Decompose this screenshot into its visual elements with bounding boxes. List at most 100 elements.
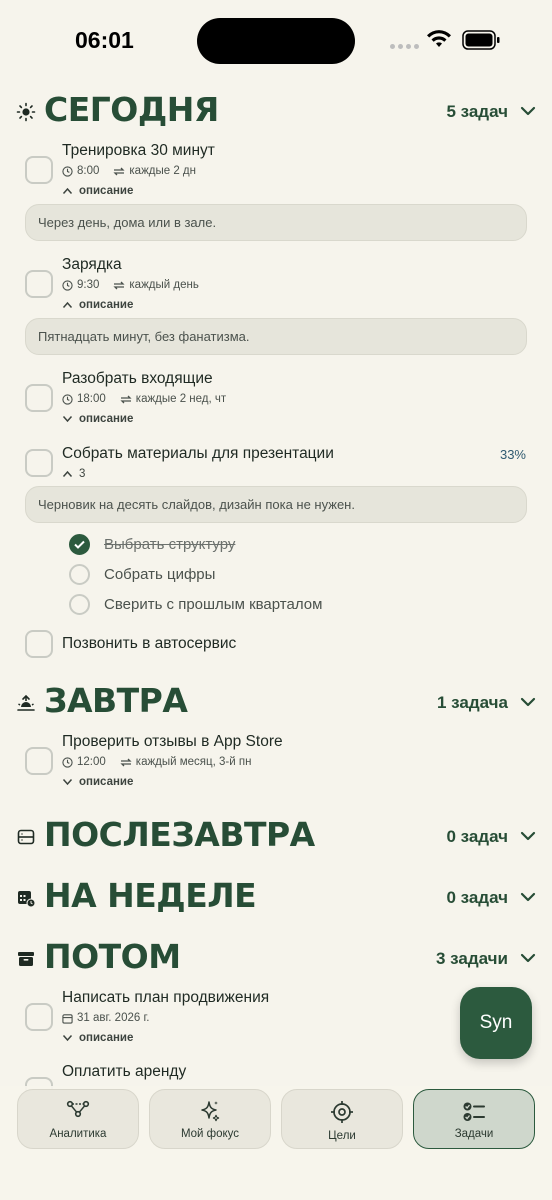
chevron-down-icon [62,779,73,786]
task-note: Черновик на десять слайдов, дизайн пока … [25,486,527,523]
task-note: Пятнадцать минут, без фанатизма. [25,318,527,355]
description-toggle[interactable]: описание [62,299,133,311]
tab-focus[interactable]: Мой фокус [149,1089,271,1149]
chevron-down-icon [62,1035,73,1042]
section-count: 3 задачи [435,949,508,968]
section-count: 5 задач [446,102,508,121]
task-title: Разобрать входящие [62,370,213,387]
calendar-clock-icon [18,891,36,908]
task-meta: 9:30 каждый день [62,279,199,291]
description-toggle[interactable]: описание [62,776,133,788]
section-later-header[interactable]: ПОТОМ 3 задачи [0,931,552,987]
task-checkbox[interactable] [25,449,53,477]
subtasks-toggle[interactable]: 3 [62,468,85,480]
chevron-up-icon [62,301,73,308]
repeat-icon [113,167,125,175]
task-time: 12:00 [77,756,106,768]
tab-analytics[interactable]: Аналитика [17,1089,139,1149]
tab-label: Аналитика [49,1128,107,1140]
task-title: Зарядка [62,256,122,273]
subtask-item[interactable]: Сверить с прошлым кварталом [69,592,322,616]
subtask-item[interactable]: Выбрать структуру [69,532,235,556]
chevron-down-icon [62,416,73,423]
chevron-up-icon [62,187,73,194]
subtask-label: Выбрать структуру [104,535,236,553]
section-title: ЗАВТРА [44,681,188,720]
target-icon [331,1101,353,1123]
section-day-after-header[interactable]: ПОСЛЕЗАВТРА 0 задач [0,809,552,865]
checkmark-icon [74,540,85,549]
section-count: 0 задач [446,888,508,907]
chevron-down-icon[interactable] [520,695,536,709]
repeat-icon [113,281,125,289]
task-title: Собрать материалы для презентации [62,445,334,462]
task-meta: 8:00 каждые 2 дн [62,165,196,177]
syn-assistant-button[interactable]: Syn [460,987,532,1059]
dynamic-island [197,18,355,64]
progress-percent: 33% [499,447,526,462]
chevron-down-icon[interactable] [520,829,536,843]
sun-icon [16,102,36,122]
section-title: СЕГОДНЯ [44,90,219,129]
chevron-down-icon[interactable] [520,951,536,965]
task-meta: 12:00 каждый месяц, 3-й пн [62,756,251,768]
task-title: Написать план продвижения [62,989,270,1006]
clock-icon [62,756,73,768]
status-bar: 06:01 [0,0,552,84]
toggle-label: описание [79,776,134,788]
subtask-checkbox[interactable] [69,563,90,585]
section-title: НА НЕДЕЛЕ [44,876,257,915]
toggle-label: описание [79,1032,134,1044]
wifi-icon [427,30,451,47]
task-checkbox[interactable] [25,270,53,298]
subtask-count: 3 [79,468,86,480]
battery-icon [462,30,500,50]
subtask-checkbox[interactable] [69,593,90,615]
sparkles-icon [201,1101,220,1122]
tab-tasks[interactable]: Задачи [413,1089,535,1149]
task-repeat: каждый месяц, 3-й пн [135,756,252,768]
task-checkbox[interactable] [25,1003,53,1031]
description-toggle[interactable]: описание [62,413,133,425]
section-week-header[interactable]: НА НЕДЕЛЕ 0 задач [0,870,552,926]
task-meta: 31 авг. 2026 г. [62,1012,149,1024]
chevron-down-icon[interactable] [520,890,536,904]
task-checkbox[interactable] [25,156,53,184]
section-count: 1 задача [436,693,508,712]
tab-goals[interactable]: Цели [281,1089,403,1149]
task-time: 8:00 [77,165,100,177]
tab-bar: Аналитика Мой фокус Цели Задачи [0,1086,552,1200]
task-title: Позвонить в автосервис [62,635,237,652]
sunrise-icon [17,694,35,711]
toggle-label: описание [79,299,134,311]
tab-label: Цели [328,1130,356,1142]
section-count: 0 задач [446,827,508,846]
task-meta: 18:00 каждые 2 нед, чт [62,393,226,405]
description-toggle[interactable]: описание [62,185,133,197]
checklist-icon [463,1102,485,1121]
tab-label: Задачи [454,1128,494,1140]
toggle-label: описание [79,185,134,197]
task-checkbox[interactable] [25,630,53,658]
archive-box-icon [18,952,34,966]
task-repeat: каждый день [129,279,199,291]
chevron-down-icon[interactable] [520,104,536,118]
section-today-header[interactable]: СЕГОДНЯ 5 задач [0,84,552,140]
subtask-label: Сверить с прошлым кварталом [104,595,323,613]
section-tomorrow-header[interactable]: ЗАВТРА 1 задача [0,675,552,731]
subtask-item[interactable]: Собрать цифры [69,562,215,586]
subtask-label: Собрать цифры [104,565,216,583]
task-checkbox[interactable] [25,384,53,412]
section-title: ПОТОМ [44,937,181,976]
calendar-icon [62,1013,73,1024]
description-toggle[interactable]: описание [62,1032,133,1044]
tab-label: Мой фокус [180,1128,240,1140]
task-title: Оплатить аренду [62,1063,187,1080]
task-title: Тренировка 30 минут [62,142,215,159]
analytics-icon [66,1100,90,1118]
task-repeat: каждые 2 нед, чт [135,393,227,405]
subtask-checkbox-checked[interactable] [69,533,90,555]
repeat-icon [120,395,132,403]
task-title: Проверить отзывы в App Store [62,733,283,750]
task-checkbox[interactable] [25,747,53,775]
